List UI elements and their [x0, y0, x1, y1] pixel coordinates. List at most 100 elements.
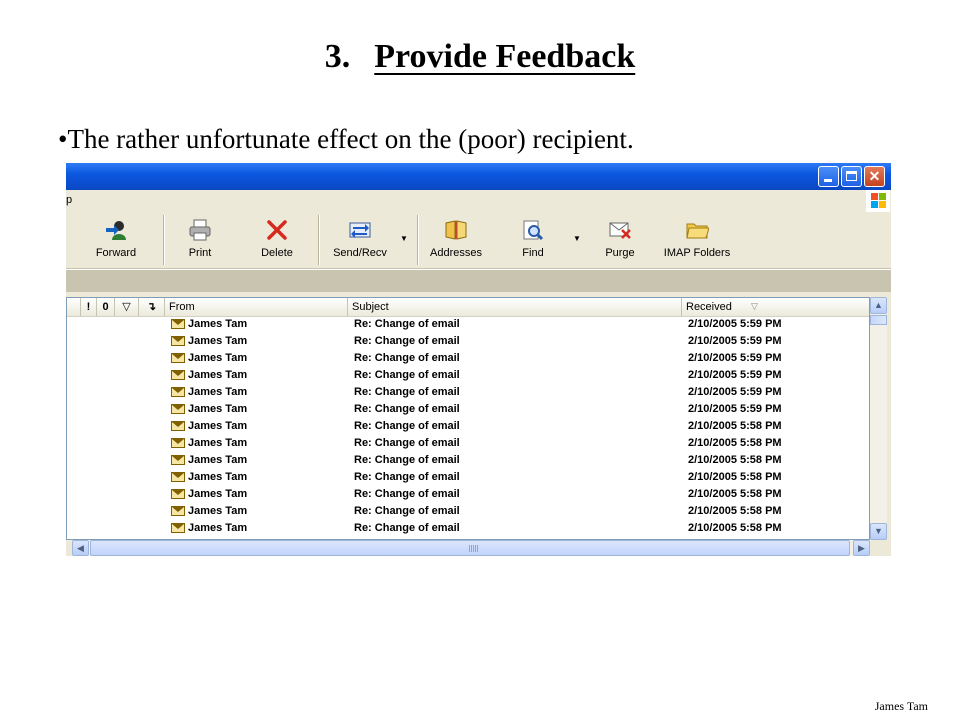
from-column-header[interactable]: From — [165, 298, 348, 316]
find-button[interactable]: Find — [510, 212, 556, 268]
envelope-icon — [171, 455, 185, 465]
message-list[interactable]: ! 0 ▽ ↴ From Subject Received ▽ James Ta… — [66, 297, 870, 540]
row-received: 2/10/2005 5:59 PM — [688, 386, 782, 398]
windows-logo-icon — [866, 190, 890, 212]
row-from: James Tam — [188, 522, 248, 534]
address-book-icon — [445, 220, 467, 240]
scroll-down-icon[interactable]: ▼ — [870, 523, 887, 540]
printer-icon — [189, 219, 211, 241]
table-row[interactable]: James Tam Re: Change of email 2/10/2005 5:… — [67, 418, 869, 435]
row-from: James Tam — [188, 403, 248, 415]
delete-button[interactable]: Delete — [252, 212, 302, 268]
row-subject: Re: Change of email — [354, 386, 460, 398]
minimize-button[interactable] — [818, 166, 839, 187]
slide-title-text: Provide Feedback — [374, 38, 636, 75]
envelope-icon — [171, 353, 185, 363]
vertical-scroll-thumb[interactable] — [870, 315, 887, 325]
row-subject: Re: Change of email — [354, 369, 460, 381]
table-row[interactable]: James Tam Re: Change of email 2/10/2005 5:… — [67, 435, 869, 452]
row-from: James Tam — [188, 505, 248, 517]
delete-x-icon — [267, 220, 287, 240]
window-titlebar[interactable]: ✕ — [66, 163, 891, 190]
table-row[interactable]: James Tam Re: Change of email 2/10/2005 5:… — [67, 316, 869, 333]
send-receive-button[interactable]: Send/Recv — [328, 212, 392, 268]
slide-bullet: •The rather unfortunate effect on the (p… — [58, 124, 634, 154]
table-row[interactable]: James Tam Re: Change of email 2/10/2005 5:… — [67, 520, 869, 537]
table-row[interactable]: James Tam Re: Change of email 2/10/2005 5:… — [67, 452, 869, 469]
folder-bar — [66, 269, 891, 292]
envelope-icon — [171, 438, 185, 448]
horizontal-scroll-thumb[interactable] — [90, 540, 850, 556]
flag-column-header[interactable]: ▽ — [115, 298, 139, 316]
envelope-icon — [171, 523, 185, 533]
table-row[interactable]: James Tam Re: Change of email 2/10/2005 5:… — [67, 350, 869, 367]
envelope-icon — [171, 489, 185, 499]
row-received: 2/10/2005 5:59 PM — [688, 318, 782, 330]
row-received: 2/10/2005 5:58 PM — [688, 420, 782, 432]
row-received: 2/10/2005 5:58 PM — [688, 488, 782, 500]
table-row[interactable]: James Tam Re: Change of email 2/10/2005 5:… — [67, 486, 869, 503]
row-subject: Re: Change of email — [354, 505, 460, 517]
attachment-column-header[interactable]: 0 — [97, 298, 115, 316]
message-list-header: ! 0 ▽ ↴ From Subject Received ▽ — [67, 298, 869, 317]
row-subject: Re: Change of email — [354, 420, 460, 432]
maximize-button[interactable] — [841, 166, 862, 187]
table-row[interactable]: James Tam Re: Change of email 2/10/2005 5:… — [67, 384, 869, 401]
arrow-column-header[interactable]: ↴ — [139, 298, 165, 316]
row-from: James Tam — [188, 420, 248, 432]
sort-descending-icon: ▽ — [751, 301, 758, 311]
row-received: 2/10/2005 5:58 PM — [688, 522, 782, 534]
received-column-header[interactable]: Received — [682, 298, 869, 316]
imap-folders-button[interactable]: IMAP Folders — [662, 212, 732, 268]
row-from: James Tam — [188, 369, 248, 381]
priority-column-header[interactable]: ! — [81, 298, 97, 316]
purge-button[interactable]: Purge — [596, 212, 644, 268]
send-receive-icon — [349, 222, 371, 238]
envelope-icon — [171, 506, 185, 516]
envelope-icon — [171, 336, 185, 346]
horizontal-scrollbar[interactable]: ◀ ▶ — [72, 540, 870, 556]
row-received: 2/10/2005 5:58 PM — [688, 471, 782, 483]
scroll-left-icon[interactable]: ◀ — [72, 540, 89, 556]
vertical-scrollbar[interactable]: ▲ ▼ — [870, 297, 887, 540]
row-from: James Tam — [188, 386, 248, 398]
menu-bar: p — [66, 190, 891, 212]
close-icon: ✕ — [868, 168, 881, 184]
row-from: James Tam — [188, 471, 248, 483]
menu-item-help[interactable]: p — [66, 194, 72, 206]
maximize-icon — [846, 171, 857, 181]
row-from: James Tam — [188, 335, 248, 347]
purge-icon — [609, 222, 631, 239]
close-button[interactable]: ✕ — [864, 166, 885, 187]
row-from: James Tam — [188, 352, 248, 364]
forward-button[interactable]: Forward — [88, 212, 144, 268]
scroll-up-icon[interactable]: ▲ — [870, 297, 887, 314]
slide-title-number: 3. — [324, 38, 351, 75]
folder-icon — [686, 223, 709, 239]
subject-column-header[interactable]: Subject — [348, 298, 682, 316]
scroll-right-icon[interactable]: ▶ — [853, 540, 870, 556]
row-from: James Tam — [188, 437, 248, 449]
row-received: 2/10/2005 5:59 PM — [688, 403, 782, 415]
forward-icon — [106, 221, 126, 240]
table-row[interactable]: James Tam Re: Change of email 2/10/2005 5:… — [67, 367, 869, 384]
envelope-icon — [171, 404, 185, 414]
scroll-grip-icon — [469, 545, 479, 552]
row-subject: Re: Change of email — [354, 471, 460, 483]
find-icon — [523, 220, 544, 241]
table-row[interactable]: James Tam Re: Change of email 2/10/2005 5:… — [67, 401, 869, 418]
addresses-button[interactable]: Addresses — [426, 212, 486, 268]
row-from: James Tam — [188, 454, 248, 466]
find-dropdown-icon[interactable]: ▼ — [573, 234, 581, 243]
table-row[interactable]: James Tam Re: Change of email 2/10/2005 5:… — [67, 469, 869, 486]
print-button[interactable]: Print — [176, 212, 224, 268]
row-from: James Tam — [188, 318, 248, 330]
row-received: 2/10/2005 5:59 PM — [688, 352, 782, 364]
send-receive-dropdown-icon[interactable]: ▼ — [400, 234, 408, 243]
slide-title: 3. Provide Feedback — [0, 38, 960, 76]
row-from: James Tam — [188, 488, 248, 500]
row-subject: Re: Change of email — [354, 454, 460, 466]
table-row[interactable]: James Tam Re: Change of email 2/10/2005 5:… — [67, 333, 869, 350]
row-subject: Re: Change of email — [354, 335, 460, 347]
table-row[interactable]: James Tam Re: Change of email 2/10/2005 5:… — [67, 503, 869, 520]
